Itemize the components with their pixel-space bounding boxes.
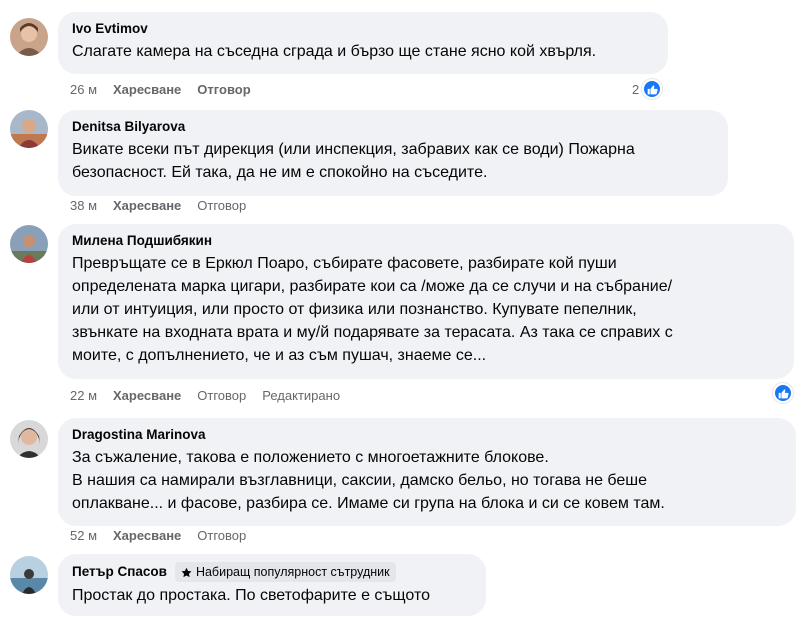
comment-actions: 52 м Харесване Отговор (70, 528, 246, 543)
comment-author[interactable]: Милена Подшибякин (72, 232, 780, 250)
comment-text: Превръщате се в Еркюл Поаро, събирате фа… (72, 255, 673, 364)
contributor-badge[interactable]: Набиращ популярност сътрудник (174, 562, 396, 582)
like-button[interactable]: Харесване (113, 528, 181, 543)
reply-button[interactable]: Отговор (197, 82, 250, 97)
comment-text: За съжаление, такова е положението с мно… (72, 449, 665, 512)
reaction-summary[interactable] (773, 383, 793, 403)
comment-author[interactable]: Dragostina Marinova (72, 426, 782, 444)
comment-text: Слагате камера на съседна сграда и бързо… (72, 43, 597, 60)
reply-button[interactable]: Отговор (197, 388, 246, 403)
like-button[interactable]: Харесване (113, 198, 181, 213)
comment-bubble: Denitsa Bilyarova Викате всеки път дирек… (58, 110, 728, 196)
comment-actions: 26 м Харесване Отговор (70, 82, 251, 97)
reaction-summary[interactable]: 2 (632, 79, 663, 99)
comment-time[interactable]: 38 м (70, 198, 97, 213)
avatar[interactable] (10, 420, 48, 458)
edited-label[interactable]: Редактирано (262, 388, 340, 403)
comment-time[interactable]: 52 м (70, 528, 97, 543)
comment-author: Петър Спасов Набиращ популярност сътрудн… (72, 562, 472, 582)
avatar[interactable] (10, 556, 48, 594)
comment-text: Простак до простака. По светофарите е съ… (72, 587, 431, 604)
like-button[interactable]: Харесване (113, 388, 181, 403)
star-icon (181, 567, 192, 577)
reaction-count: 2 (632, 81, 640, 97)
like-button[interactable]: Харесване (113, 82, 181, 97)
like-icon (773, 383, 793, 403)
like-icon (642, 79, 663, 99)
comment-author-name[interactable]: Петър Спасов (72, 563, 167, 581)
avatar[interactable] (10, 225, 48, 263)
comment-bubble: Ivo Evtimov Слагате камера на съседна сг… (58, 12, 668, 74)
comment-time[interactable]: 26 м (70, 82, 97, 97)
avatar[interactable] (10, 18, 48, 56)
reply-button[interactable]: Отговор (197, 198, 246, 213)
badge-label: Набиращ популярност сътрудник (195, 565, 390, 579)
comment-actions: 22 м Харесване Отговор Редактирано (70, 388, 340, 403)
comment-bubble: Петър Спасов Набиращ популярност сътрудн… (58, 554, 486, 616)
comment-bubble: Dragostina Marinova За съжаление, такова… (58, 418, 796, 526)
comment-time[interactable]: 22 м (70, 388, 97, 403)
reply-button[interactable]: Отговор (197, 528, 246, 543)
avatar[interactable] (10, 110, 48, 148)
comment-actions: 38 м Харесване Отговор (70, 198, 246, 213)
comment-author[interactable]: Denitsa Bilyarova (72, 118, 714, 136)
comment-text: Викате всеки път дирекция (или инспекция… (72, 141, 635, 181)
comment-bubble: Милена Подшибякин Превръщате се в Еркюл … (58, 224, 794, 379)
comment-author[interactable]: Ivo Evtimov (72, 20, 654, 38)
